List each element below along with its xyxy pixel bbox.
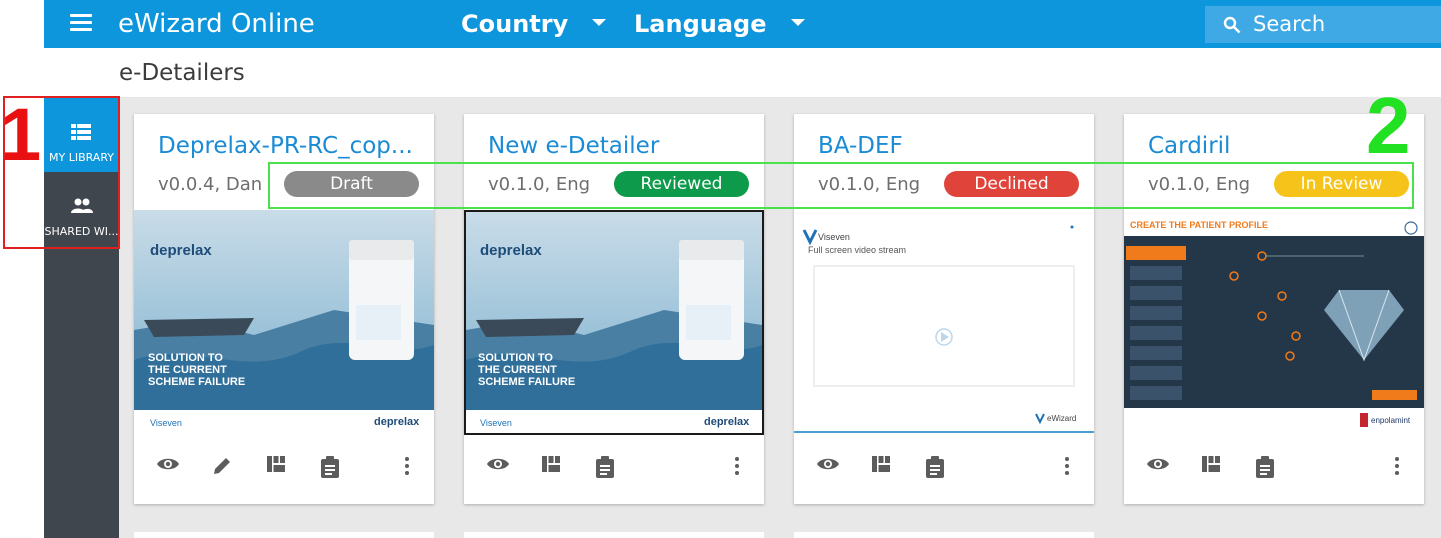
card-title[interactable]: BA-DEF bbox=[818, 133, 1078, 159]
eye-icon[interactable] bbox=[816, 456, 840, 472]
card-actions bbox=[794, 454, 1094, 484]
thumb-footer-right: deprelax bbox=[374, 416, 420, 428]
thumb-brand: deprelax bbox=[150, 242, 212, 259]
chevron-down-icon bbox=[790, 18, 805, 26]
thumb-footer-right: eWizard bbox=[1047, 414, 1077, 423]
card-thumbnail[interactable]: CREATE THE PATIENT PROFILE enpolamint bbox=[1124, 210, 1424, 435]
thumb-footer-left: Viseven bbox=[480, 418, 512, 428]
structure-icon[interactable] bbox=[1202, 456, 1220, 472]
eye-icon[interactable] bbox=[156, 456, 180, 472]
thumb-heading: CREATE THE PATIENT PROFILE bbox=[1130, 220, 1269, 230]
country-label: Country bbox=[461, 10, 569, 38]
clipboard-icon[interactable] bbox=[1256, 456, 1274, 478]
thumb-caption: Full screen video stream bbox=[808, 245, 907, 255]
card-title[interactable]: Deprelax-PR-RC_cop... bbox=[158, 133, 418, 159]
card-actions bbox=[1124, 454, 1424, 484]
thumb-headline: SOLUTION TO THE CURRENT SCHEME FAILURE bbox=[148, 352, 246, 388]
edetailer-card-partial[interactable] bbox=[794, 532, 1094, 538]
annotation-number-2: 2 bbox=[1366, 81, 1411, 170]
more-vert-icon[interactable] bbox=[404, 456, 410, 476]
thumb-footer-left: Viseven bbox=[150, 418, 182, 428]
language-dropdown[interactable]: Language bbox=[634, 10, 805, 38]
language-label: Language bbox=[634, 10, 767, 38]
edetailer-card-partial[interactable] bbox=[464, 532, 764, 538]
thumb-headline: SOLUTION TO THE CURRENT SCHEME FAILURE bbox=[478, 352, 576, 388]
eye-icon[interactable] bbox=[1146, 456, 1170, 472]
card-thumbnail[interactable]: Viseven Full screen video stream eWizard bbox=[794, 210, 1094, 435]
edetailer-card-partial[interactable] bbox=[134, 532, 434, 538]
video-thumbnail-image bbox=[794, 210, 1094, 435]
clipboard-icon[interactable] bbox=[321, 456, 339, 478]
thumb-footer-right: enpolamint bbox=[1371, 416, 1411, 425]
annotation-box-statuses bbox=[268, 162, 1414, 209]
edit-icon[interactable] bbox=[212, 456, 232, 476]
country-dropdown[interactable]: Country bbox=[461, 10, 607, 38]
search-icon bbox=[1223, 16, 1241, 34]
hamburger-menu-icon[interactable] bbox=[70, 14, 92, 34]
clipboard-icon[interactable] bbox=[926, 456, 944, 478]
search-placeholder: Search bbox=[1253, 12, 1326, 36]
page-title: e-Detailers bbox=[119, 60, 245, 86]
structure-icon[interactable] bbox=[542, 456, 560, 472]
thumb-footer-right: deprelax bbox=[704, 416, 750, 428]
card-title[interactable]: New e-Detailer bbox=[488, 133, 748, 159]
card-actions bbox=[464, 454, 764, 484]
card-version-meta: v0.0.4, Dan bbox=[158, 174, 263, 195]
card-thumbnail[interactable]: deprelax SOLUTION TO THE CURRENT SCHEME FA… bbox=[464, 210, 764, 435]
eye-icon[interactable] bbox=[486, 456, 510, 472]
more-vert-icon[interactable] bbox=[1394, 456, 1400, 476]
more-vert-icon[interactable] bbox=[1064, 456, 1070, 476]
annotation-number-1: 1 bbox=[0, 93, 42, 176]
clipboard-icon[interactable] bbox=[596, 456, 614, 478]
more-vert-icon[interactable] bbox=[734, 456, 740, 476]
structure-icon[interactable] bbox=[872, 456, 890, 472]
app-title: eWizard Online bbox=[118, 9, 315, 39]
thumb-brand: Viseven bbox=[818, 232, 850, 242]
chevron-down-icon bbox=[592, 18, 607, 26]
top-app-bar: eWizard Online Country Language Search bbox=[44, 0, 1441, 48]
card-thumbnail[interactable]: deprelax SOLUTION TO THE CURRENT SCHEME FA… bbox=[134, 210, 434, 435]
card-actions bbox=[134, 454, 434, 484]
search-input[interactable]: Search bbox=[1205, 6, 1441, 43]
cardiril-thumbnail-image bbox=[1124, 210, 1424, 435]
thumb-brand: deprelax bbox=[480, 242, 542, 259]
structure-icon[interactable] bbox=[267, 456, 285, 472]
